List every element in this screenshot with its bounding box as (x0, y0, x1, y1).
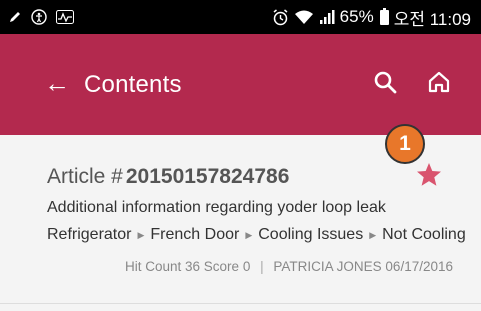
divider-line (0, 303, 481, 304)
breadcrumb-item: French Door (150, 226, 240, 243)
clock: 오전 11:09 (393, 9, 471, 29)
chevron-right-icon: ▶ (137, 229, 145, 240)
breadcrumb: Refrigerator ▶ French Door ▶ Cooling Iss… (47, 226, 466, 244)
accessibility-icon (31, 9, 47, 25)
star-icon[interactable] (416, 162, 442, 192)
battery-icon (379, 7, 389, 25)
home-icon[interactable] (427, 70, 451, 99)
breadcrumb-item: Refrigerator (47, 226, 132, 243)
score-label: Score (203, 259, 240, 274)
signal-icon (319, 9, 335, 25)
app-bar: ← Contents (0, 34, 481, 135)
back-button[interactable]: ← (44, 70, 70, 96)
author-date: PATRICIA JONES 06/17/2016 (273, 259, 453, 274)
wifi-icon (294, 9, 314, 25)
chevron-right-icon: ▶ (369, 229, 377, 240)
breadcrumb-item: Not Cooling (382, 226, 466, 243)
article-title: Article #20150157824786 (47, 165, 289, 189)
activity-icon (56, 10, 74, 24)
article-prefix: Article # (47, 165, 123, 188)
article-description: Additional information regarding yoder l… (47, 199, 386, 216)
article-meta: Hit Count 36 Score 0 | PATRICIA JONES 06… (125, 259, 453, 274)
battery-percent: 65% (339, 7, 374, 26)
pen-icon (8, 10, 22, 24)
divider: | (260, 259, 264, 274)
breadcrumb-item: Cooling Issues (258, 226, 364, 243)
search-icon[interactable] (373, 70, 397, 99)
article-number: 20150157824786 (125, 165, 290, 188)
hit-count: 36 (185, 259, 201, 274)
step-badge: 1 (385, 124, 425, 164)
hit-count-label: Hit Count (124, 259, 182, 274)
score: 0 (242, 259, 251, 274)
status-bar: 65% 오전 11:09 (0, 0, 481, 34)
alarm-icon (272, 8, 289, 26)
chevron-right-icon: ▶ (245, 229, 253, 240)
page-title: Contents (84, 70, 182, 98)
